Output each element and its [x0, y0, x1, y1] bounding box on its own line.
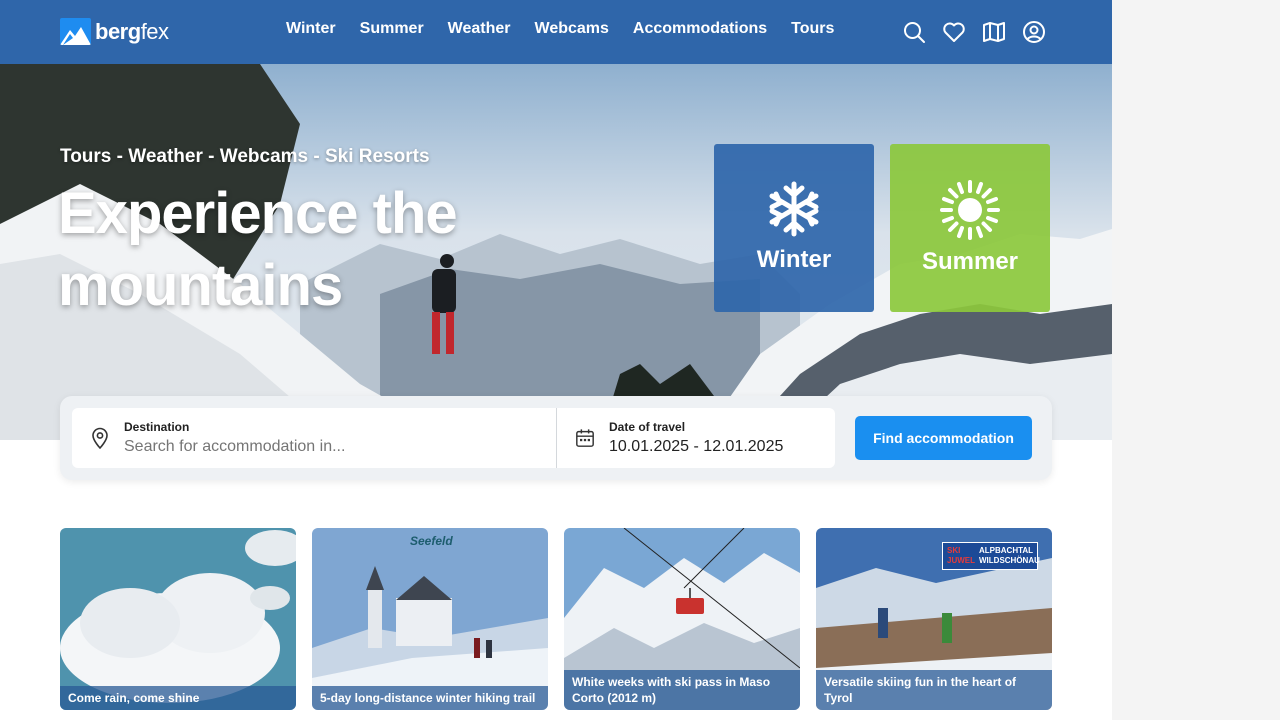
page: bergfex Winter Summer Weather Webcams Ac… — [0, 0, 1112, 720]
summer-card[interactable]: Summer — [890, 144, 1050, 312]
site-header: bergfex Winter Summer Weather Webcams Ac… — [0, 0, 1112, 64]
accommodation-search: Destination Date of travel 10.01.2025 - … — [60, 396, 1052, 480]
location-pin-icon — [92, 427, 108, 449]
search-icon[interactable] — [902, 20, 926, 44]
destination-input[interactable] — [124, 438, 464, 456]
sun-icon — [940, 180, 1000, 240]
page-gutter — [1112, 0, 1280, 720]
nav-weather[interactable]: Weather — [448, 20, 511, 38]
hero-title: Experience the mountains — [58, 181, 458, 318]
destination-label: Destination — [124, 420, 190, 434]
promo-card-caption: Come rain, come shine — [60, 686, 296, 710]
snowflake-icon — [769, 181, 819, 237]
find-accommodation-button[interactable]: Find accommodation — [855, 416, 1032, 460]
ski-juwel-badge: SKI JUWEL ALPBACHTAL WILDSCHÖNAU — [942, 542, 1040, 570]
heart-icon[interactable] — [942, 20, 966, 44]
winter-card[interactable]: Winter — [714, 144, 874, 312]
seefeld-church-image — [312, 528, 548, 710]
mountain-logo-icon — [60, 18, 91, 45]
promo-card-caption: White weeks with ski pass in Maso Corto … — [564, 670, 800, 710]
date-label: Date of travel — [609, 420, 686, 434]
destination-field[interactable]: Destination — [72, 408, 556, 468]
map-icon[interactable] — [982, 20, 1006, 44]
date-value: 10.01.2025 - 12.01.2025 — [609, 438, 784, 455]
nav-accommodations[interactable]: Accommodations — [633, 20, 767, 38]
search-fields: Destination Date of travel 10.01.2025 - … — [72, 408, 835, 468]
promo-card[interactable]: SKI JUWEL ALPBACHTAL WILDSCHÖNAU Versati… — [816, 528, 1052, 710]
hero-section: Tours - Weather - Webcams - Ski Resorts … — [0, 64, 1112, 440]
seefeld-badge: Seefeld — [410, 534, 453, 548]
clouds-image — [60, 528, 296, 710]
logo-text: bergfex — [95, 18, 169, 44]
main-nav: Winter Summer Weather Webcams Accommodat… — [286, 20, 858, 38]
promo-card-caption: Versatile skiing fun in the heart of Tyr… — [816, 670, 1052, 710]
bergfex-logo[interactable]: bergfex — [60, 18, 169, 45]
promo-card-caption: 5-day long-distance winter hiking trail — [312, 686, 548, 710]
promo-card[interactable]: White weeks with ski pass in Maso Corto … — [564, 528, 800, 710]
nav-winter[interactable]: Winter — [286, 20, 336, 38]
winter-card-label: Winter — [756, 246, 832, 273]
date-field[interactable]: Date of travel 10.01.2025 - 12.01.2025 — [556, 408, 835, 468]
calendar-icon — [576, 429, 594, 447]
hero-subtitle: Tours - Weather - Webcams - Ski Resorts — [60, 146, 430, 167]
user-icon[interactable] — [1022, 20, 1046, 44]
summer-card-label: Summer — [921, 248, 1019, 275]
nav-tours[interactable]: Tours — [791, 20, 834, 38]
nav-summer[interactable]: Summer — [360, 20, 424, 38]
nav-webcams[interactable]: Webcams — [535, 20, 609, 38]
header-icons — [902, 20, 1046, 44]
promo-card[interactable]: Come rain, come shine — [60, 528, 296, 710]
promo-cards: Come rain, come shine Seefeld 5-day long… — [60, 528, 1052, 710]
promo-card[interactable]: Seefeld 5-day long-distance winter hikin… — [312, 528, 548, 710]
